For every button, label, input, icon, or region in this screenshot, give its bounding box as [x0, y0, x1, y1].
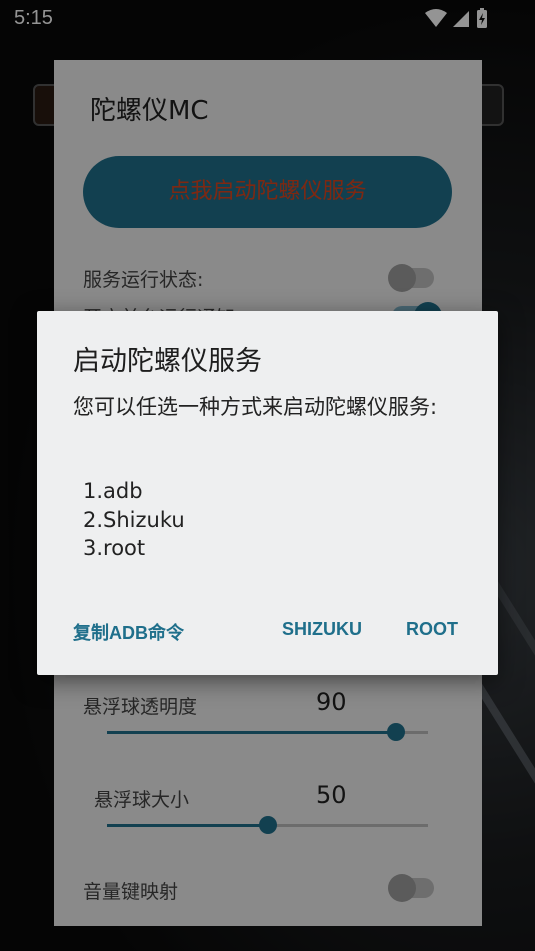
copy-adb-command-button[interactable]: 复制ADB命令: [73, 619, 184, 645]
start-service-dialog: 启动陀螺仪服务 您可以任选一种方式来启动陀螺仪服务: 1.adb 2.Shizu…: [37, 311, 498, 675]
dialog-option-list: 1.adb 2.Shizuku 3.root: [83, 477, 185, 563]
root-button[interactable]: ROOT: [406, 619, 458, 640]
dialog-option: 3.root: [83, 536, 146, 560]
dialog-message: 您可以任选一种方式来启动陀螺仪服务:: [73, 395, 438, 419]
dialog-option: 2.Shizuku: [83, 507, 185, 532]
dialog-option: 1.adb: [83, 479, 143, 503]
dialog-title: 启动陀螺仪服务: [73, 346, 262, 377]
shizuku-button[interactable]: SHIZUKU: [282, 619, 362, 640]
